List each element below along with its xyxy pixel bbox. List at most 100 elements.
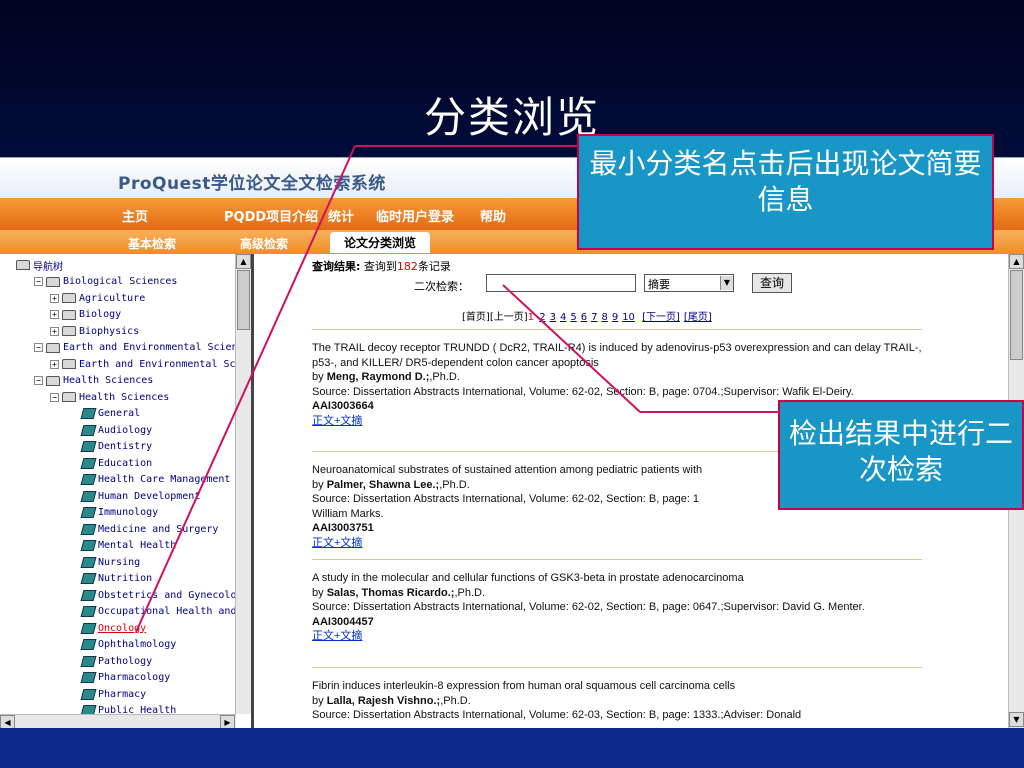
folder-icon xyxy=(46,276,60,287)
pager-page-link[interactable]: 10 xyxy=(622,312,635,323)
tree-item[interactable]: + Biology xyxy=(50,307,121,323)
tree-item[interactable]: + Agriculture xyxy=(50,290,145,306)
tab-category-browse[interactable]: 论文分类浏览 xyxy=(330,232,431,253)
expander-icon[interactable]: − xyxy=(34,343,43,352)
tree-item[interactable]: Pharmacology xyxy=(80,670,170,686)
book-icon xyxy=(80,507,97,518)
tree-item[interactable]: − Health Sciences xyxy=(50,389,169,405)
tree-item[interactable]: Mental Health xyxy=(80,538,176,554)
callout-top: 最小分类名点击后出现论文简要信息 xyxy=(577,134,994,250)
pager-page-link[interactable]: 6 xyxy=(581,312,587,323)
chevron-down-icon[interactable]: ▼ xyxy=(720,276,733,290)
pager-page-link[interactable]: 5 xyxy=(570,312,576,323)
book-icon xyxy=(80,490,97,502)
folder-icon xyxy=(62,326,76,336)
tree-item[interactable]: − Biological Sciences xyxy=(34,274,177,290)
fulltext-link[interactable]: 正文+文摘 xyxy=(312,536,924,551)
pager-page-link[interactable]: 2 xyxy=(539,312,545,323)
secondary-search-input[interactable] xyxy=(486,274,636,292)
book-icon xyxy=(80,474,97,485)
book-icon xyxy=(80,655,97,667)
record-author: Meng, Raymond D.; xyxy=(326,371,430,383)
scroll-up-icon[interactable]: ▲ xyxy=(236,254,251,269)
pager-page-link[interactable]: 9 xyxy=(612,312,618,323)
pager-first[interactable]: [首页] xyxy=(462,312,490,323)
divider xyxy=(312,329,922,330)
expander-icon[interactable]: − xyxy=(34,277,43,286)
tree-item[interactable]: Immunology xyxy=(80,505,158,521)
tree-item[interactable]: Pathology xyxy=(80,653,152,669)
result-record: A study in the molecular and cellular fu… xyxy=(312,571,924,644)
record-author: Palmer, Shawna Lee.; xyxy=(326,478,440,491)
nav-temp-login[interactable]: 临时用户登录 xyxy=(376,206,454,225)
tree-item[interactable]: + Earth and Environmental Scien xyxy=(50,356,251,372)
book-icon xyxy=(80,589,97,601)
folder-icon xyxy=(62,392,76,402)
tree-item[interactable]: Oncology xyxy=(80,620,146,636)
expander-icon[interactable]: + xyxy=(50,359,59,369)
book-icon xyxy=(80,573,97,584)
tab-advanced-search[interactable]: 高级检索 xyxy=(240,235,288,252)
expander-icon[interactable]: − xyxy=(50,392,59,402)
record-title[interactable]: The TRAIL decoy receptor TRUNDD ( DcR2, … xyxy=(312,341,924,370)
tree-item[interactable]: Education xyxy=(80,455,152,471)
book-icon xyxy=(80,672,97,683)
expander-icon[interactable]: − xyxy=(34,376,43,385)
nav-help[interactable]: 帮助 xyxy=(480,206,506,225)
secondary-search-label: 二次检索： xyxy=(414,280,469,293)
scroll-thumb[interactable] xyxy=(237,270,250,330)
scroll-down-icon[interactable]: ▼ xyxy=(1009,712,1024,727)
pagination: [首页][上一页]1 2 3 4 5 6 7 8 9 10 [下一页] [尾页] xyxy=(462,308,714,323)
expander-icon[interactable]: + xyxy=(50,326,59,336)
search-button[interactable]: 查询 xyxy=(752,273,792,293)
tab-basic-search[interactable]: 基本检索 xyxy=(128,235,176,252)
tree-item[interactable]: − Earth and Environmental Sciences xyxy=(34,340,251,356)
tree-item[interactable]: Pharmacy xyxy=(80,686,146,702)
tree-root[interactable]: 导航树 xyxy=(16,257,63,273)
nav-home[interactable]: 主页 xyxy=(122,206,148,225)
tree-vertical-scrollbar[interactable]: ▲ xyxy=(235,254,251,714)
tree-item[interactable]: + Biophysics xyxy=(50,323,139,339)
scroll-right-icon[interactable]: ▶ xyxy=(220,715,235,728)
pager-current: 1 xyxy=(527,312,534,323)
result-count: 182 xyxy=(396,260,418,273)
pager-page-link[interactable]: 8 xyxy=(601,312,607,323)
tree-item[interactable]: Dentistry xyxy=(80,439,152,455)
expander-icon[interactable]: + xyxy=(50,310,59,319)
scroll-thumb[interactable] xyxy=(1010,270,1023,360)
tree-item[interactable]: Obstetrics and Gynecology xyxy=(80,587,249,603)
scroll-up-icon[interactable]: ▲ xyxy=(1009,254,1024,269)
pager-page-link[interactable]: 7 xyxy=(591,312,597,323)
pager-last[interactable]: [尾页] xyxy=(684,312,712,323)
book-icon xyxy=(80,622,97,634)
book-icon xyxy=(80,556,97,568)
record-title[interactable]: A study in the molecular and cellular fu… xyxy=(312,571,924,586)
book-icon xyxy=(80,408,97,419)
record-author: Lalla, Rajesh Vishno.; xyxy=(326,694,441,707)
tree-item[interactable]: General xyxy=(80,406,140,422)
slide-footer-band xyxy=(0,728,1024,768)
tree-horizontal-scrollbar[interactable]: ◀ ▶ xyxy=(0,714,236,728)
book-icon xyxy=(80,540,97,551)
nav-statistics[interactable]: 统计 xyxy=(328,206,354,225)
pager-prev[interactable]: [上一页] xyxy=(490,312,528,323)
fulltext-link[interactable]: 正文+文摘 xyxy=(312,629,924,644)
tree-item[interactable]: Ophthalmology xyxy=(80,637,176,653)
pager-page-link[interactable]: 4 xyxy=(560,312,566,323)
record-title[interactable]: Fibrin induces interleukin-8 expression … xyxy=(312,679,924,694)
expander-icon[interactable]: + xyxy=(50,293,59,303)
tree-item[interactable]: Medicine and Surgery xyxy=(80,521,218,537)
tree-item[interactable]: − Health Sciences xyxy=(34,373,153,389)
book-icon xyxy=(80,606,97,617)
tree-item[interactable]: Audiology xyxy=(80,422,152,438)
tree-item[interactable]: Human Development xyxy=(80,488,200,504)
nav-pqdd-intro[interactable]: PQDD项目介绍 xyxy=(224,206,318,225)
pager-next[interactable]: [下一页] xyxy=(642,312,680,323)
scroll-left-icon[interactable]: ◀ xyxy=(0,715,15,728)
record-source: Source: Dissertation Abstracts Internati… xyxy=(312,601,865,613)
tree-item[interactable]: Nursing xyxy=(80,554,140,570)
pager-page-link[interactable]: 3 xyxy=(550,312,556,323)
tree-item[interactable]: Occupational Health and Sa xyxy=(80,604,251,620)
tree-item[interactable]: Nutrition xyxy=(80,571,152,587)
tree-item[interactable]: Health Care Management xyxy=(80,472,230,488)
